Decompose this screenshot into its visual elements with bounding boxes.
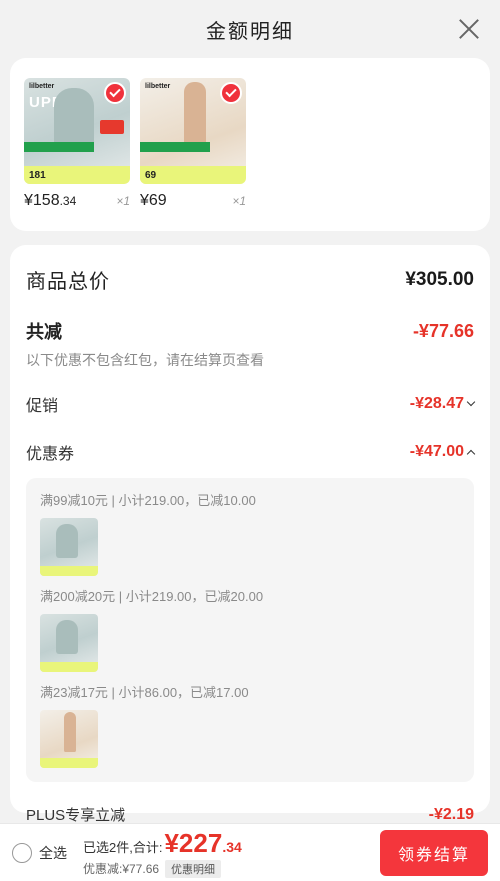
checkout-button[interactable]: 领券结算 <box>380 829 488 876</box>
product-image: lilbetter UPF 181 <box>24 78 130 184</box>
order-summary: 已选2件,合计: ¥227 .34 优惠减:¥77.66 优惠明细 <box>83 828 242 878</box>
plus-label: PLUS专享立减 <box>26 807 126 824</box>
coupon-line: 满23减17元 | 小计86.00，已减17.00 <box>40 685 249 700</box>
coupon-product-image <box>40 518 98 576</box>
discount-label: 共减 <box>26 322 62 342</box>
checkout-bar: 全选 已选2件,合计: ¥227 .34 优惠减:¥77.66 优惠明细 领券结… <box>0 823 500 881</box>
coupon-value: -¥47.00 <box>410 443 476 461</box>
promo-value: -¥28.47 <box>410 395 476 413</box>
coupon-label: 优惠券 <box>26 446 75 463</box>
product-quantity: ×1 <box>116 194 130 208</box>
brand-logo: lilbetter <box>29 83 55 90</box>
price-band: 181 <box>24 166 130 184</box>
brand-logo: lilbetter <box>145 83 171 90</box>
product-image: lilbetter 69 <box>140 78 246 184</box>
chevron-down-icon <box>466 397 476 407</box>
promo-badge <box>100 120 124 134</box>
product-price: ¥158.34 <box>24 192 77 209</box>
coupon-product-image <box>40 614 98 672</box>
pay-amount: ¥227 <box>164 827 223 858</box>
promo-banner <box>140 142 210 152</box>
product-list: lilbetter UPF 181 ¥158.34 ×1 lilbetter 6… <box>10 58 490 231</box>
select-all-label[interactable]: 全选 <box>39 843 67 863</box>
modal-header: 金额明细 <box>0 0 500 58</box>
product-item-jacket[interactable]: lilbetter UPF 181 ¥158.34 ×1 <box>24 78 130 231</box>
select-all-radio[interactable] <box>12 842 32 863</box>
selected-count: 已选2件,合计: <box>83 839 163 855</box>
discount-detail-button[interactable]: 优惠明细 <box>165 859 222 878</box>
selected-check-icon[interactable] <box>104 82 126 104</box>
product-item-pants[interactable]: lilbetter 69 ¥69 ×1 <box>140 78 246 231</box>
total-label: 商品总价 <box>26 271 110 293</box>
coupon-line: 满99减10元 | 小计219.00，已减10.00 <box>40 493 256 508</box>
plus-row: PLUS专享立减 -¥2.19 <box>26 804 474 825</box>
selected-check-icon[interactable] <box>220 82 242 104</box>
coupon-line: 满200减20元 | 小计219.00，已减20.00 <box>40 589 264 604</box>
coupon-breakdown: 满99减10元 | 小计219.00，已减10.00 满200减20元 | 小计… <box>26 478 474 782</box>
page-title: 金额明细 <box>206 20 294 43</box>
model-figure <box>54 88 94 150</box>
price-band: 69 <box>140 166 246 184</box>
discount-row: 共减 -¥77.66 <box>26 318 474 344</box>
chevron-up-icon <box>466 449 476 458</box>
close-icon[interactable] <box>456 16 482 42</box>
plus-value: -¥2.19 <box>428 805 474 823</box>
total-row: 商品总价 ¥305.00 <box>26 265 474 294</box>
discount-note: 以下优惠不包含红包，请在结算页查看 <box>26 352 264 368</box>
product-price: ¥69 <box>140 192 167 209</box>
price-detail: 商品总价 ¥305.00 共减 -¥77.66 以下优惠不包含红包，请在结算页查… <box>10 245 490 824</box>
total-value: ¥305.00 <box>405 268 474 290</box>
coupon-row[interactable]: 优惠券 -¥47.00 <box>26 440 476 464</box>
discount-value: -¥77.66 <box>412 320 474 341</box>
pay-amount-decimal: .34 <box>222 838 242 855</box>
promo-banner <box>24 142 94 152</box>
promo-label: 促销 <box>26 398 59 415</box>
saved-amount: 优惠减:¥77.66 <box>83 862 160 876</box>
product-quantity: ×1 <box>232 194 246 208</box>
promo-row[interactable]: 促销 -¥28.47 <box>26 392 476 416</box>
coupon-product-image <box>40 710 98 768</box>
